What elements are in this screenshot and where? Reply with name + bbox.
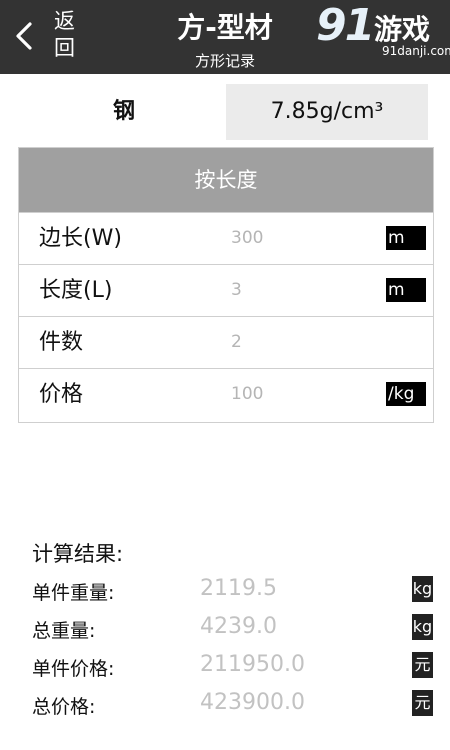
nav-header: 返 回 方-型材 方形记录 91 游戏 91danji.com xyxy=(0,0,450,74)
watermark-url: 91danji.com xyxy=(382,44,450,58)
input-form: 按长度 边长(W) 300 m 长度(L) 3 m 件数 2 价格 100 /k… xyxy=(18,147,434,423)
price-unit[interactable]: /kg xyxy=(386,382,426,406)
unit-price-value: 211950.0 xyxy=(200,652,305,677)
side-width-input[interactable]: 300 xyxy=(231,213,263,264)
length-input[interactable]: 3 xyxy=(231,265,242,316)
watermark-text: 游戏 xyxy=(374,13,431,46)
unit-weight-label: 单件重量: xyxy=(32,582,115,604)
results-title: 计算结果: xyxy=(32,542,124,566)
side-width-label: 边长(W) xyxy=(39,226,122,251)
price-label: 价格 xyxy=(39,382,84,407)
watermark-number: 91 xyxy=(316,0,375,51)
watermark-logo: 91 游戏 91danji.com xyxy=(316,0,450,66)
form-row-quantity: 件数 2 xyxy=(19,316,433,368)
form-row-side-width: 边长(W) 300 m xyxy=(19,212,433,264)
total-weight-label: 总重量: xyxy=(32,620,96,642)
unit-price-label: 单件价格: xyxy=(32,658,115,680)
result-row-total-price: 总价格: 423900.0 元 xyxy=(32,688,442,724)
unit-price-unit: 元 xyxy=(412,652,433,678)
total-weight-value: 4239.0 xyxy=(200,614,277,639)
form-row-length: 长度(L) 3 m xyxy=(19,264,433,316)
length-unit[interactable]: m xyxy=(386,278,426,302)
side-width-unit[interactable]: m xyxy=(386,226,426,250)
density-field[interactable]: 7.85g/cm³ xyxy=(226,84,428,140)
total-price-value: 423900.0 xyxy=(200,690,305,715)
quantity-label: 件数 xyxy=(39,330,84,355)
form-row-price: 价格 100 /kg xyxy=(19,368,433,420)
total-price-unit: 元 xyxy=(412,690,433,716)
material-selector: 钢 7.85g/cm³ xyxy=(22,84,428,140)
calc-mode-button[interactable]: 按长度 xyxy=(19,148,433,212)
total-weight-unit: kg xyxy=(412,614,433,640)
unit-weight-value: 2119.5 xyxy=(200,576,277,601)
material-name-button[interactable]: 钢 xyxy=(22,84,226,140)
quantity-input[interactable]: 2 xyxy=(231,317,242,368)
result-row-total-weight: 总重量: 4239.0 kg xyxy=(32,612,442,648)
length-label: 长度(L) xyxy=(39,278,113,303)
price-input[interactable]: 100 xyxy=(231,369,263,420)
result-row-unit-weight: 单件重量: 2119.5 kg xyxy=(32,574,442,610)
total-price-label: 总价格: xyxy=(32,696,96,718)
unit-weight-unit: kg xyxy=(412,576,433,602)
result-row-unit-price: 单件价格: 211950.0 元 xyxy=(32,650,442,686)
